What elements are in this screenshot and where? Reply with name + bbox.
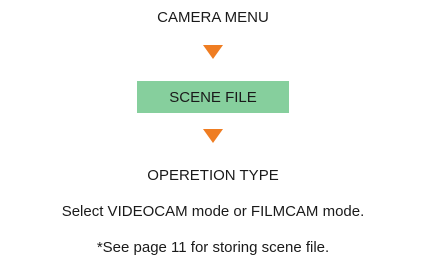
- step-operation-type: OPERETION TYPE: [147, 167, 279, 184]
- instruction-text: Select VIDEOCAM mode or FILMCAM mode.: [61, 203, 365, 220]
- reference-note: *See page 11 for storing scene file.: [96, 239, 330, 256]
- step-scene-file-label: SCENE FILE: [169, 88, 257, 106]
- step-scene-file-box: SCENE FILE: [137, 81, 289, 113]
- down-arrow-icon: [203, 45, 223, 59]
- down-arrow-icon: [203, 129, 223, 143]
- step-camera-menu: CAMERA MENU: [157, 9, 269, 26]
